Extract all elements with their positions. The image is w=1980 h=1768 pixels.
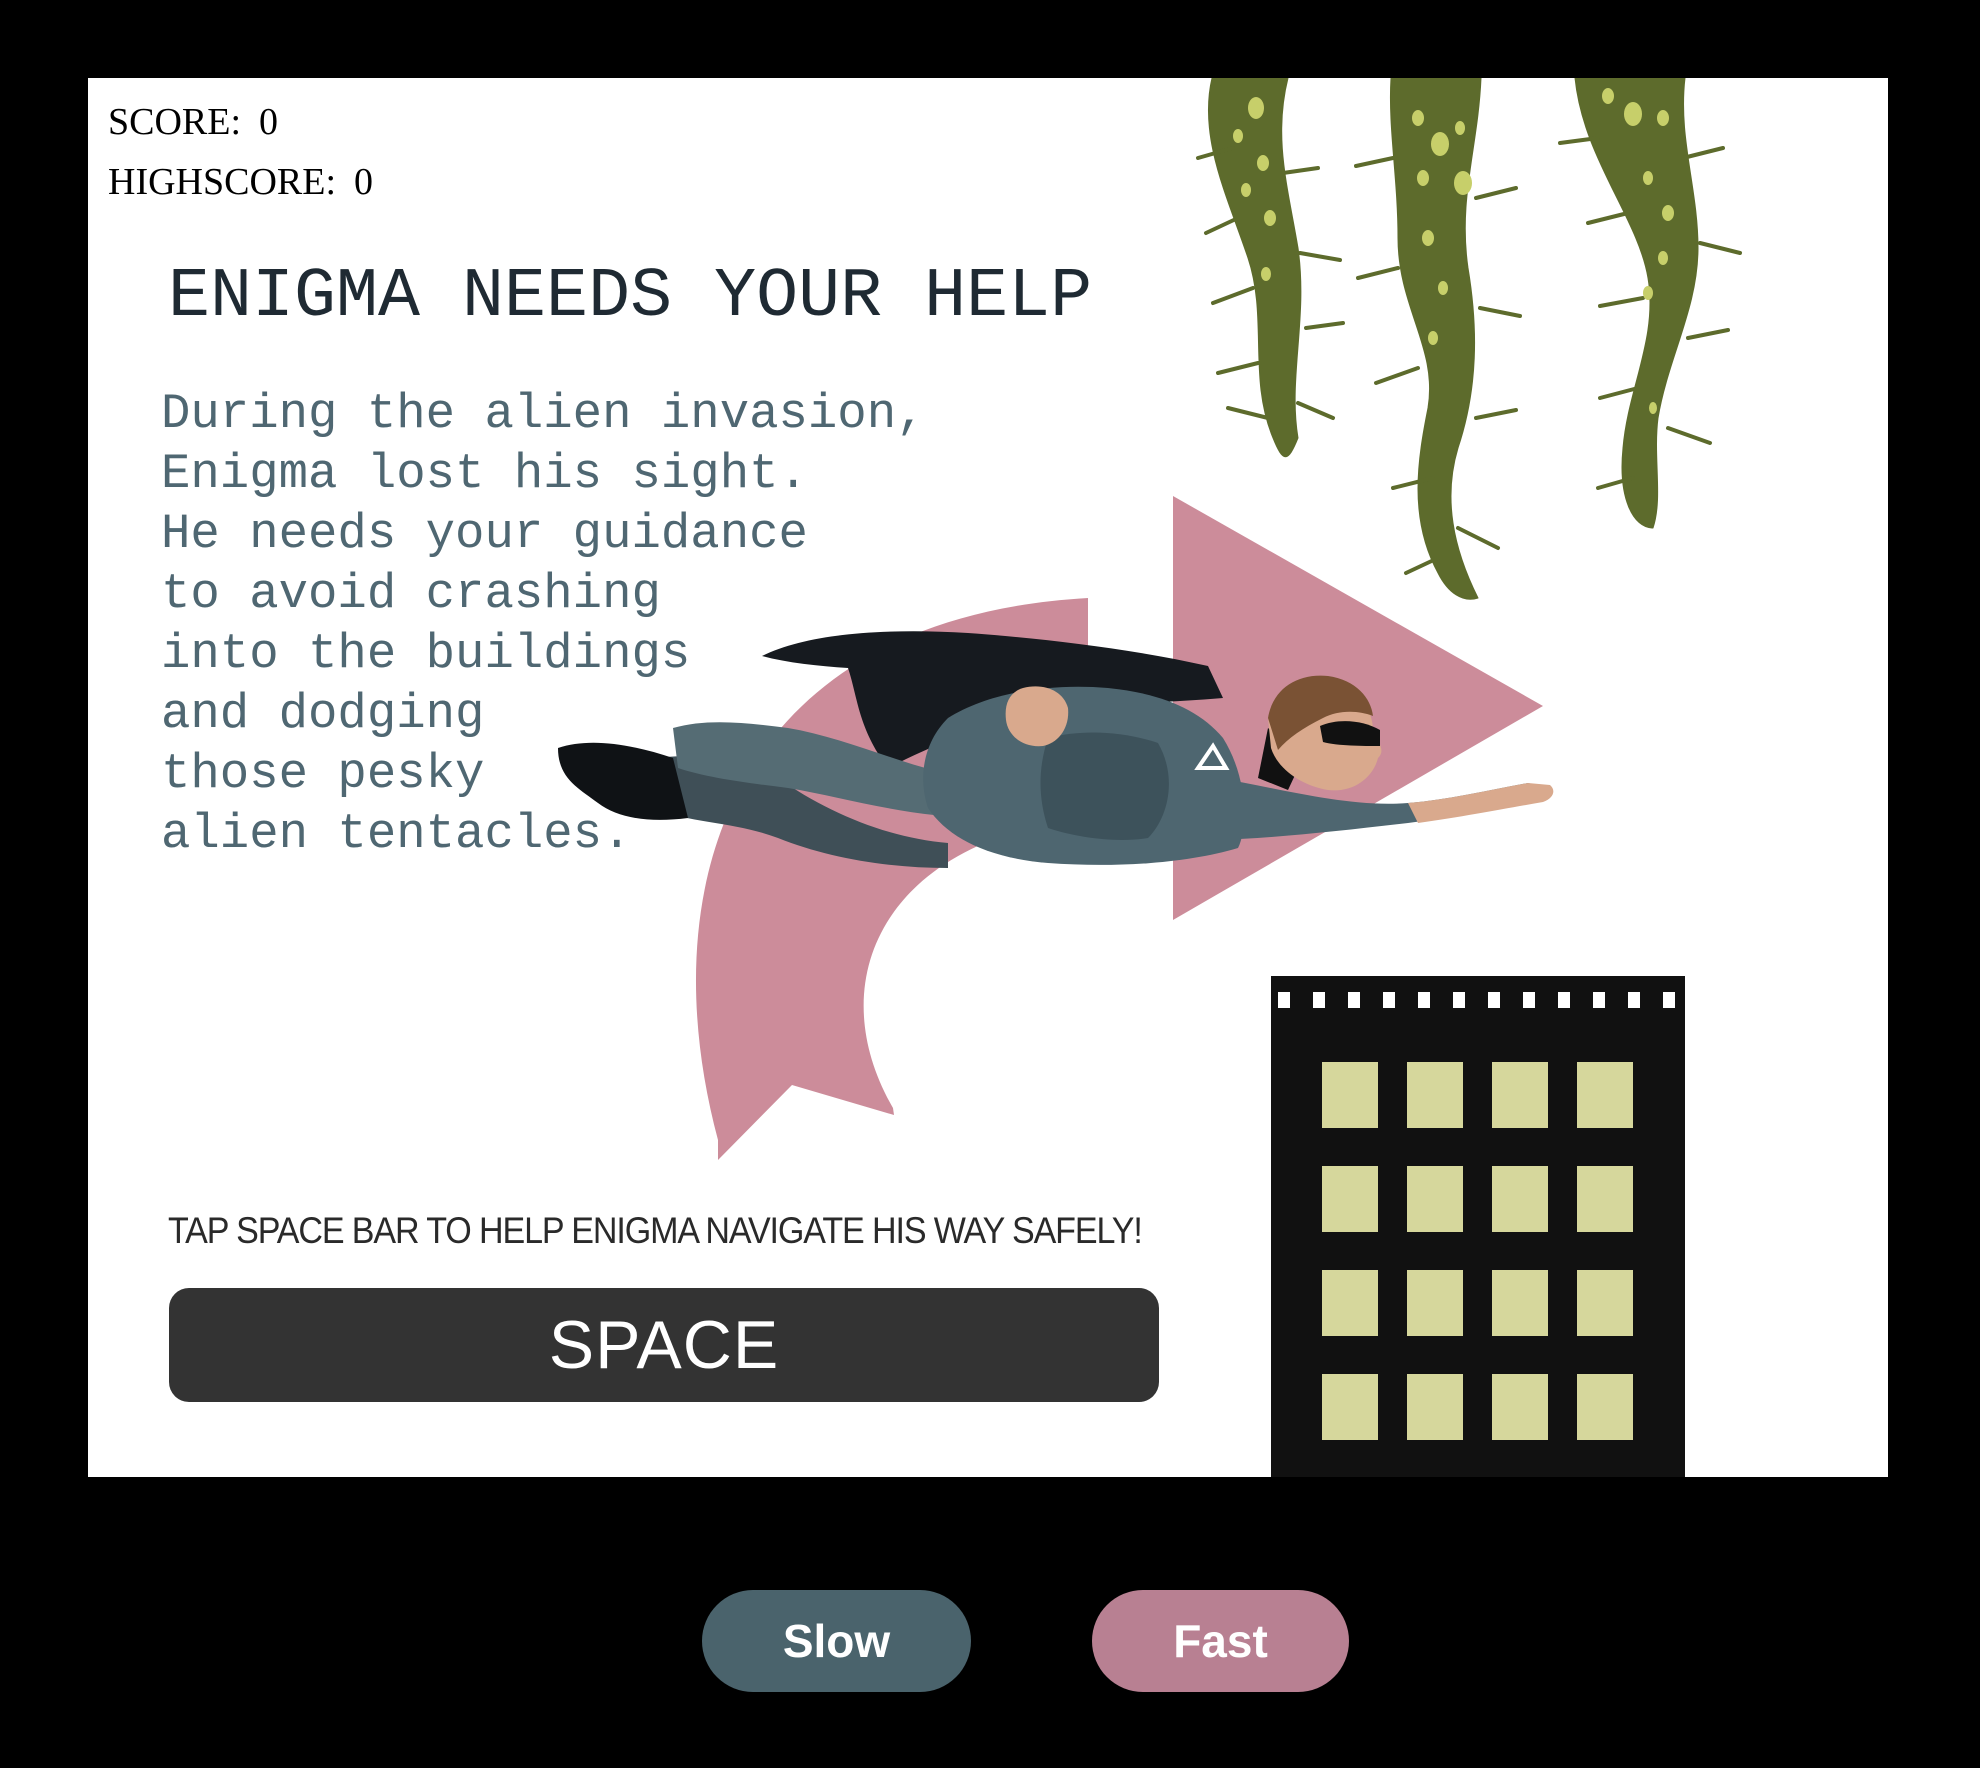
slow-speed-button[interactable]: Slow <box>702 1590 971 1692</box>
story-line: and dodging <box>161 686 485 742</box>
building-window <box>1492 1374 1548 1440</box>
building-window <box>1407 1270 1463 1336</box>
story-line: those pesky <box>161 746 485 802</box>
highscore-value: 0 <box>354 161 374 203</box>
building-window <box>1322 1062 1378 1128</box>
building-icon <box>1271 976 1685 1477</box>
space-key-button[interactable]: SPACE <box>169 1288 1159 1402</box>
score-display: SCORE: 0 <box>108 100 278 144</box>
score-label: SCORE: <box>108 101 242 143</box>
story-line: Enigma lost his sight. <box>161 446 808 502</box>
building-window <box>1407 1374 1463 1440</box>
story-line: He needs your guidance <box>161 506 808 562</box>
building-window <box>1492 1166 1548 1232</box>
building-window <box>1492 1270 1548 1336</box>
intro-title: ENIGMA NEEDS YOUR HELP <box>168 258 1093 337</box>
building-window <box>1577 1374 1633 1440</box>
building-parapet-gap <box>1453 992 1465 1008</box>
story-line: into the buildings <box>161 626 691 682</box>
game-canvas[interactable]: SCORE: 0 HIGHSCORE: 0 ENIGMA NEEDS YOUR HE… <box>88 78 1888 1477</box>
intro-story: During the alien invasion, Enigma lost h… <box>161 384 926 864</box>
building-window <box>1577 1270 1633 1336</box>
fast-speed-button[interactable]: Fast <box>1092 1590 1349 1692</box>
building-parapet-gap <box>1558 992 1570 1008</box>
building-window <box>1322 1374 1378 1440</box>
building-parapet-gap <box>1383 992 1395 1008</box>
building-parapet-gap <box>1593 992 1605 1008</box>
building-parapet-gap <box>1523 992 1535 1008</box>
building-parapet-gap <box>1418 992 1430 1008</box>
story-line: During the alien invasion, <box>161 386 926 442</box>
space-key-label: SPACE <box>548 1307 780 1383</box>
building-parapet-gap <box>1313 992 1325 1008</box>
building-window <box>1492 1062 1548 1128</box>
story-line: to avoid crashing <box>161 566 661 622</box>
building-window <box>1322 1166 1378 1232</box>
building-parapet-gap <box>1278 992 1290 1008</box>
building-window <box>1407 1062 1463 1128</box>
building-parapet-gap <box>1348 992 1360 1008</box>
building-parapet-gap <box>1488 992 1500 1008</box>
building-window <box>1577 1166 1633 1232</box>
building-parapet-gap <box>1628 992 1640 1008</box>
highscore-label: HIGHSCORE: <box>108 161 337 203</box>
alien-tentacle-icon <box>1196 78 1742 600</box>
score-value: 0 <box>259 101 279 143</box>
building-window <box>1407 1166 1463 1232</box>
building-window <box>1577 1062 1633 1128</box>
story-line: alien tentacles. <box>161 806 632 862</box>
building-window <box>1322 1270 1378 1336</box>
highscore-display: HIGHSCORE: 0 <box>108 160 373 204</box>
space-instruction: TAP SPACE BAR TO HELP ENIGMA NAVIGATE HI… <box>168 1210 1143 1251</box>
building-parapet-gap <box>1663 992 1675 1008</box>
